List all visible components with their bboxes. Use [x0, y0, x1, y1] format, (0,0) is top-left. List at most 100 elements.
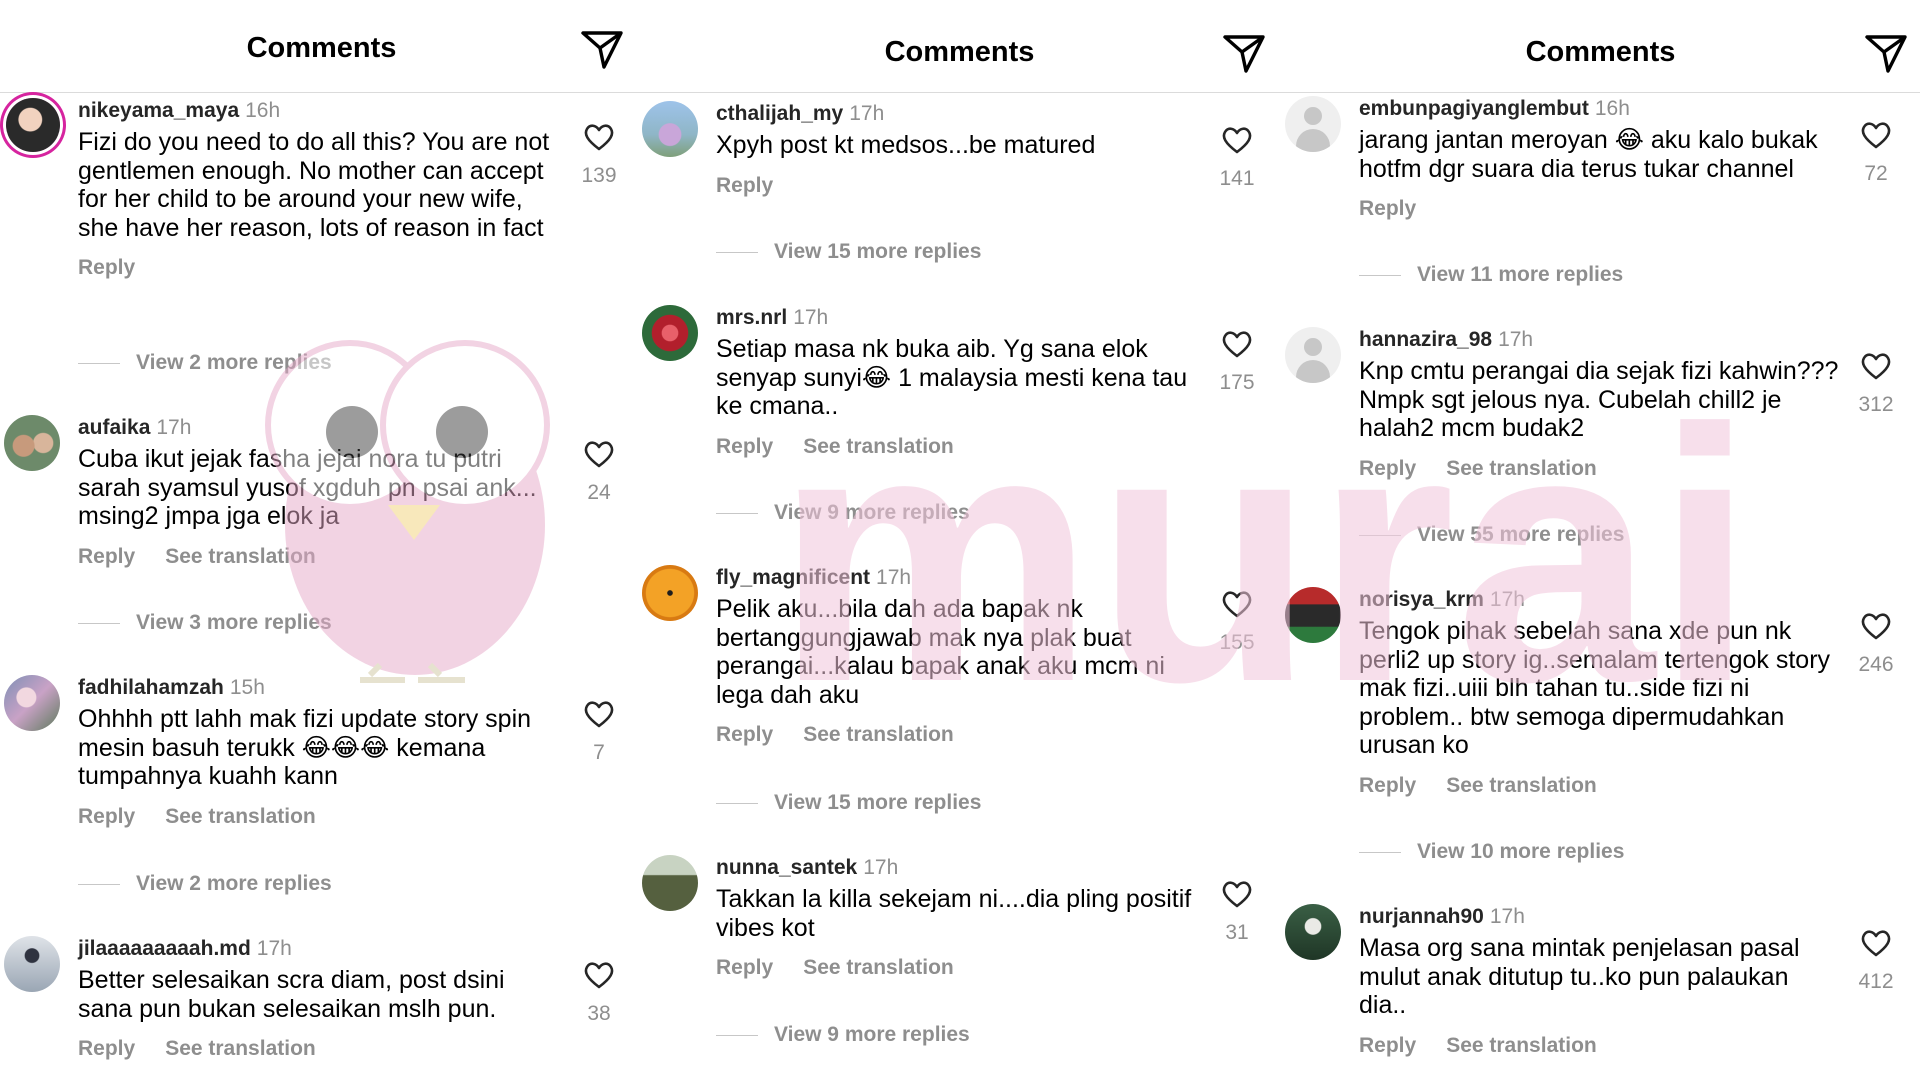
comment-text: Tengok pihak sebelah sana xde pun nk per… — [1359, 617, 1831, 759]
send-icon[interactable] — [1222, 32, 1266, 76]
see-translation-button[interactable]: See translation — [165, 545, 316, 569]
username[interactable]: nurjannah90 — [1359, 905, 1484, 928]
view-more-replies[interactable]: View 2 more replies — [78, 351, 332, 375]
comment-time: 17h — [156, 416, 192, 439]
avatar[interactable] — [642, 565, 698, 621]
view-more-replies[interactable]: View 15 more replies — [716, 791, 981, 815]
reply-button[interactable]: Reply — [78, 805, 135, 829]
username[interactable]: cthalijah_my — [716, 102, 843, 125]
like-control[interactable]: 155 — [1209, 589, 1265, 655]
like-count: 312 — [1858, 393, 1894, 416]
username[interactable]: norisya_krm — [1359, 588, 1484, 611]
like-count: 139 — [581, 164, 617, 187]
heart-icon[interactable] — [1860, 351, 1892, 381]
username[interactable]: fly_magnificent — [716, 566, 870, 589]
send-icon[interactable] — [1864, 32, 1908, 76]
comment-text: Fizi do you need to do all this? You are… — [78, 128, 550, 242]
view-more-replies[interactable]: View 9 more replies — [716, 501, 970, 525]
view-more-replies[interactable]: View 9 more replies — [716, 1023, 970, 1047]
heart-icon[interactable] — [1221, 125, 1253, 155]
username[interactable]: nikeyama_maya — [78, 99, 239, 122]
see-translation-button[interactable]: See translation — [1446, 1034, 1597, 1058]
like-control[interactable]: 7 — [571, 699, 627, 765]
comment-text: jarang jantan meroyan 😂 aku kalo bukak h… — [1359, 126, 1818, 183]
like-control[interactable]: 246 — [1848, 611, 1904, 677]
username[interactable]: hannazira_98 — [1359, 328, 1492, 351]
see-translation-button[interactable]: See translation — [165, 805, 316, 829]
comment-time: 16h — [1594, 97, 1630, 120]
reply-button[interactable]: Reply — [1359, 457, 1416, 481]
heart-icon[interactable] — [583, 439, 615, 469]
comment-time: 17h — [256, 937, 292, 960]
reply-button[interactable]: Reply — [1359, 197, 1416, 221]
reply-button[interactable]: Reply — [716, 435, 773, 459]
like-control[interactable]: 175 — [1209, 329, 1265, 395]
reply-button[interactable]: Reply — [78, 545, 135, 569]
reply-button[interactable]: Reply — [1359, 774, 1416, 798]
like-control[interactable]: 139 — [571, 122, 627, 188]
like-count: 7 — [593, 741, 605, 764]
avatar[interactable] — [1285, 327, 1341, 383]
like-count: 155 — [1219, 631, 1255, 654]
avatar[interactable] — [6, 98, 60, 152]
panel-header: Comments — [1281, 0, 1920, 93]
panel-header: Comments — [638, 0, 1281, 93]
like-count: 38 — [587, 1002, 611, 1025]
avatar[interactable] — [4, 936, 60, 992]
username[interactable]: nunna_santek — [716, 856, 857, 879]
avatar[interactable] — [1285, 587, 1341, 643]
like-control[interactable]: 38 — [571, 960, 627, 1026]
heart-icon[interactable] — [1860, 928, 1892, 958]
see-translation-button[interactable]: See translation — [803, 435, 954, 459]
comment-time: 17h — [1489, 588, 1525, 611]
see-translation-button[interactable]: See translation — [165, 1037, 316, 1061]
heart-icon[interactable] — [1221, 879, 1253, 909]
heart-icon[interactable] — [1221, 589, 1253, 619]
avatar[interactable] — [1285, 904, 1341, 960]
view-more-replies[interactable]: View 55 more replies — [1359, 523, 1624, 547]
view-more-replies[interactable]: View 3 more replies — [78, 611, 332, 635]
reply-button[interactable]: Reply — [716, 956, 773, 980]
reply-button[interactable]: Reply — [716, 174, 773, 198]
reply-button[interactable]: Reply — [78, 256, 135, 280]
username[interactable]: embunpagiyanglembut — [1359, 97, 1589, 120]
avatar[interactable] — [1285, 96, 1341, 152]
like-control[interactable]: 31 — [1209, 879, 1265, 945]
like-control[interactable]: 412 — [1848, 928, 1904, 994]
see-translation-button[interactable]: See translation — [803, 723, 954, 747]
heart-icon[interactable] — [583, 699, 615, 729]
view-more-replies[interactable]: View 15 more replies — [716, 240, 981, 264]
see-translation-button[interactable]: See translation — [1446, 774, 1597, 798]
send-icon[interactable] — [580, 28, 624, 72]
reply-button[interactable]: Reply — [716, 723, 773, 747]
view-more-replies[interactable]: View 11 more replies — [1359, 263, 1623, 287]
username[interactable]: aufaika — [78, 416, 150, 439]
reply-button[interactable]: Reply — [78, 1037, 135, 1061]
username[interactable]: jilaaaaaaaaah.md — [78, 937, 251, 960]
heart-icon[interactable] — [1860, 611, 1892, 641]
like-control[interactable]: 312 — [1848, 351, 1904, 417]
view-more-replies[interactable]: View 10 more replies — [1359, 840, 1624, 864]
username[interactable]: mrs.nrl — [716, 306, 787, 329]
like-count: 412 — [1858, 970, 1894, 993]
avatar[interactable] — [4, 415, 60, 471]
avatar[interactable] — [642, 305, 698, 361]
avatar[interactable] — [4, 675, 60, 731]
like-control[interactable]: 24 — [571, 439, 627, 505]
avatar[interactable] — [642, 855, 698, 911]
see-translation-button[interactable]: See translation — [1446, 457, 1597, 481]
see-translation-button[interactable]: See translation — [803, 956, 954, 980]
username[interactable]: fadhilahamzah — [78, 676, 224, 699]
comments-panel-3: Comments embunpagiyanglembut 16h jarang j… — [1281, 0, 1920, 1080]
panel-title: Comments — [1525, 36, 1676, 68]
view-more-replies[interactable]: View 2 more replies — [78, 872, 332, 896]
like-control[interactable]: 72 — [1848, 120, 1904, 186]
comments-panel-1: Comments nikeyama_maya 16h Fizi do you ne… — [0, 0, 643, 1080]
reply-button[interactable]: Reply — [1359, 1034, 1416, 1058]
avatar[interactable] — [642, 101, 698, 157]
heart-icon[interactable] — [583, 122, 615, 152]
heart-icon[interactable] — [583, 960, 615, 990]
heart-icon[interactable] — [1860, 120, 1892, 150]
heart-icon[interactable] — [1221, 329, 1253, 359]
like-control[interactable]: 141 — [1209, 125, 1265, 191]
